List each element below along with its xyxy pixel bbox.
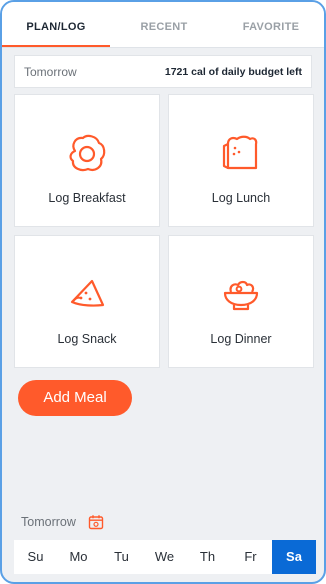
bottom-day-label: Tomorrow: [21, 515, 76, 529]
log-breakfast-card[interactable]: Log Breakfast: [14, 94, 160, 227]
tab-favorite[interactable]: FAVORITE: [218, 2, 324, 48]
egg-icon: [69, 134, 106, 172]
bowl-icon: [223, 280, 259, 311]
tab-recent[interactable]: RECENT: [110, 2, 218, 48]
budget-remaining: 1721 cal of daily budget left: [164, 66, 302, 78]
day-tu[interactable]: Tu: [100, 540, 143, 574]
budget-day-label: Tomorrow: [24, 65, 77, 79]
tab-bar: PLAN/LOG RECENT FAVORITE: [2, 2, 324, 48]
calendar-icon[interactable]: [88, 514, 104, 530]
day-sa[interactable]: Sa: [272, 540, 316, 574]
day-th[interactable]: Th: [186, 540, 229, 574]
log-snack-label: Log Snack: [57, 332, 117, 346]
sandwich-icon: [222, 135, 258, 170]
log-dinner-label: Log Dinner: [210, 332, 272, 346]
log-snack-card[interactable]: Log Snack: [14, 235, 160, 368]
active-tab-indicator: [2, 45, 110, 47]
log-breakfast-label: Log Breakfast: [48, 191, 126, 205]
log-lunch-label: Log Lunch: [211, 191, 271, 205]
tab-plan-log[interactable]: PLAN/LOG: [2, 2, 110, 48]
app-frame: PLAN/LOG RECENT FAVORITE Tomorrow 1721 c…: [0, 0, 326, 584]
day-mo[interactable]: Mo: [57, 540, 100, 574]
day-we[interactable]: We: [143, 540, 186, 574]
log-dinner-card[interactable]: Log Dinner: [168, 235, 314, 368]
add-meal-button[interactable]: Add Meal: [18, 380, 132, 416]
week-day-selector: Su Mo Tu We Th Fr Sa: [14, 540, 316, 574]
day-su[interactable]: Su: [14, 540, 57, 574]
log-lunch-card[interactable]: Log Lunch: [168, 94, 314, 227]
snack-wedge-icon: [70, 279, 105, 307]
budget-bar: Tomorrow 1721 cal of daily budget left: [14, 55, 312, 88]
day-fr[interactable]: Fr: [229, 540, 272, 574]
